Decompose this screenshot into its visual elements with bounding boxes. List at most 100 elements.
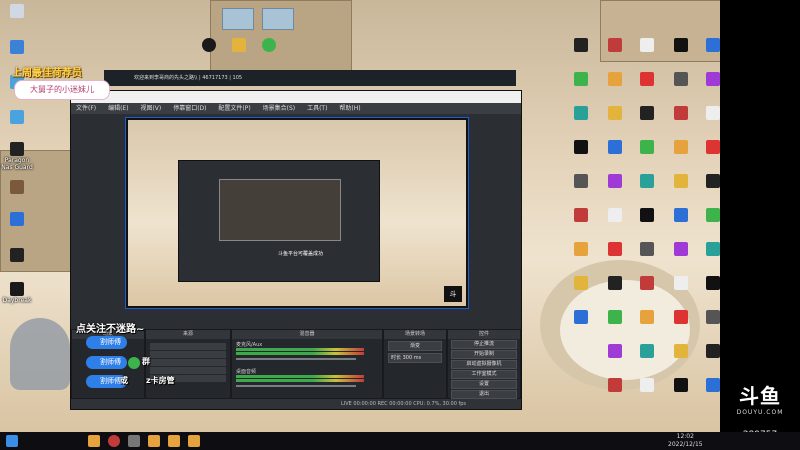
desktop-icon[interactable] bbox=[664, 38, 698, 53]
exit-button[interactable]: 退出 bbox=[451, 390, 517, 399]
desktop-icon[interactable] bbox=[664, 344, 698, 359]
virtual-camera-button[interactable]: 启动虚拟摄像机 bbox=[451, 360, 517, 369]
desktop-icon[interactable] bbox=[696, 344, 720, 359]
desktop-icon[interactable] bbox=[564, 310, 598, 325]
desktop-icon[interactable]: Paragon Nas Guard bbox=[0, 142, 34, 171]
desktop-icon[interactable]: Daybreak bbox=[0, 282, 34, 304]
desktop-icon[interactable] bbox=[630, 242, 664, 257]
menu-docks[interactable]: 停靠窗口(D) bbox=[173, 105, 206, 112]
desktop-icon[interactable] bbox=[598, 310, 632, 325]
desktop-icon[interactable] bbox=[696, 208, 720, 223]
desktop-icon[interactable] bbox=[564, 242, 598, 257]
desktop-icon[interactable] bbox=[564, 208, 598, 223]
taskbar-app[interactable] bbox=[88, 435, 100, 447]
desktop-icon[interactable] bbox=[0, 40, 34, 55]
desktop-icon[interactable] bbox=[222, 38, 256, 53]
desktop-icon[interactable] bbox=[0, 248, 34, 263]
desktop-icon[interactable] bbox=[664, 174, 698, 189]
desktop-icon[interactable] bbox=[630, 38, 664, 53]
desktop-icon[interactable] bbox=[598, 72, 632, 87]
settings-button[interactable]: 设置 bbox=[451, 380, 517, 389]
desktop-icon[interactable] bbox=[664, 378, 698, 393]
desktop-icon[interactable] bbox=[192, 38, 226, 53]
taskbar-app[interactable] bbox=[188, 435, 200, 447]
app-icon bbox=[640, 344, 654, 358]
desktop-icon[interactable] bbox=[630, 72, 664, 87]
desktop-icon[interactable] bbox=[0, 4, 34, 19]
studio-mode-button[interactable]: 工作室模式 bbox=[451, 370, 517, 379]
menu-help[interactable]: 帮助(H) bbox=[339, 105, 360, 112]
desktop-icon[interactable] bbox=[630, 378, 664, 393]
desktop-icon[interactable] bbox=[696, 276, 720, 291]
desktop-icon[interactable] bbox=[630, 208, 664, 223]
obs-preview[interactable]: 斗鱼平台可覆盖成功 斗 bbox=[125, 117, 469, 309]
volume-slider[interactable] bbox=[236, 385, 356, 387]
source-row[interactable] bbox=[150, 343, 226, 350]
desktop-icon[interactable] bbox=[696, 242, 720, 257]
desktop-icon[interactable] bbox=[630, 344, 664, 359]
volume-slider[interactable] bbox=[236, 358, 356, 360]
desktop-icon[interactable] bbox=[598, 38, 632, 53]
desktop-icon[interactable] bbox=[0, 212, 34, 227]
menu-tools[interactable]: 工具(T) bbox=[307, 105, 327, 112]
desktop-icon[interactable] bbox=[598, 140, 632, 155]
source-row[interactable] bbox=[150, 351, 226, 358]
desktop-icon[interactable] bbox=[664, 72, 698, 87]
app-icon bbox=[706, 174, 720, 188]
desktop-icon[interactable] bbox=[630, 174, 664, 189]
menu-view[interactable]: 视图(V) bbox=[140, 105, 161, 112]
source-row[interactable] bbox=[150, 367, 226, 374]
desktop-icon[interactable] bbox=[664, 106, 698, 121]
taskbar-clock[interactable]: 12:02 2022/12/15 bbox=[668, 433, 703, 449]
start-recording-button[interactable]: 开始录制 bbox=[451, 350, 517, 359]
source-row[interactable] bbox=[150, 359, 226, 366]
desktop-icon[interactable] bbox=[252, 38, 286, 53]
desktop-icon[interactable] bbox=[664, 140, 698, 155]
taskbar-app[interactable] bbox=[148, 435, 160, 447]
desktop-icon[interactable] bbox=[564, 174, 598, 189]
desktop-icon[interactable] bbox=[630, 310, 664, 325]
desktop-icon[interactable] bbox=[630, 106, 664, 121]
desktop-icon[interactable] bbox=[564, 276, 598, 291]
desktop-icon[interactable] bbox=[696, 38, 720, 53]
desktop-icon[interactable] bbox=[598, 208, 632, 223]
nested-obs-window bbox=[178, 160, 380, 282]
desktop-icon[interactable] bbox=[664, 208, 698, 223]
desktop-icon[interactable] bbox=[598, 276, 632, 291]
desktop-icon[interactable] bbox=[664, 276, 698, 291]
right-border bbox=[720, 0, 800, 432]
taskbar-app[interactable] bbox=[128, 435, 140, 447]
desktop-icon[interactable] bbox=[696, 378, 720, 393]
taskbar-app[interactable] bbox=[108, 435, 120, 447]
desktop-icon[interactable] bbox=[598, 242, 632, 257]
desktop-icon[interactable] bbox=[564, 106, 598, 121]
desktop-icon[interactable] bbox=[0, 180, 34, 195]
desktop-icon[interactable] bbox=[696, 140, 720, 155]
desktop-icon[interactable] bbox=[664, 242, 698, 257]
stop-streaming-button[interactable]: 停止推流 bbox=[451, 340, 517, 349]
start-button[interactable] bbox=[6, 435, 18, 447]
menu-file[interactable]: 文件(F) bbox=[76, 105, 96, 112]
desktop-icon[interactable] bbox=[696, 174, 720, 189]
desktop-icon[interactable] bbox=[564, 140, 598, 155]
desktop-icon[interactable] bbox=[598, 106, 632, 121]
desktop-icon[interactable] bbox=[664, 310, 698, 325]
desktop-icon[interactable] bbox=[696, 106, 720, 121]
taskbar-app[interactable] bbox=[168, 435, 180, 447]
app-icon bbox=[640, 72, 654, 86]
desktop-icon[interactable] bbox=[564, 72, 598, 87]
desktop-icon[interactable] bbox=[630, 140, 664, 155]
transition-select[interactable]: 渐变 bbox=[388, 341, 442, 351]
menu-scene-collection[interactable]: 场景集合(S) bbox=[263, 105, 296, 112]
desktop-icon[interactable] bbox=[564, 38, 598, 53]
desktop-icon[interactable] bbox=[696, 72, 720, 87]
desktop-icon[interactable] bbox=[598, 378, 632, 393]
desktop-icon[interactable] bbox=[696, 310, 720, 325]
desktop-icon[interactable] bbox=[598, 344, 632, 359]
desktop-icon[interactable] bbox=[0, 110, 34, 125]
desktop-icon[interactable] bbox=[598, 174, 632, 189]
menu-edit[interactable]: 编辑(E) bbox=[108, 105, 128, 112]
duration-field[interactable]: 时长 300 ms bbox=[388, 353, 442, 363]
menu-profile[interactable]: 配置文件(P) bbox=[218, 105, 250, 112]
desktop-icon[interactable] bbox=[630, 276, 664, 291]
